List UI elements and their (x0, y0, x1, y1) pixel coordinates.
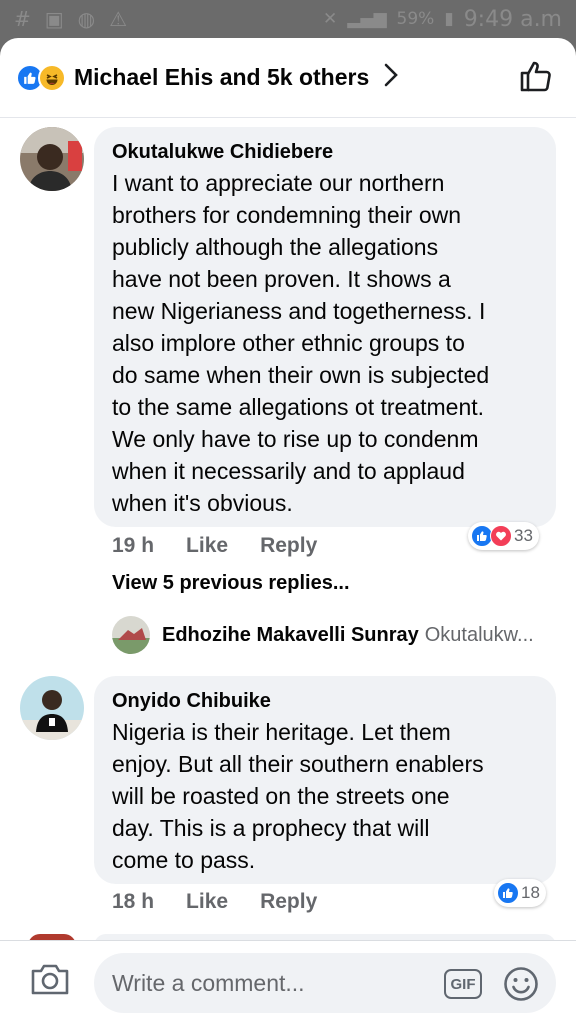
reply-preview[interactable]: Edhozihe Makavelli Sunray Okutalukw... (112, 616, 562, 654)
chevron-right-icon[interactable] (383, 62, 399, 93)
comment-line: new Nigerianess and togetherness. I (112, 298, 486, 324)
comment-line: publicly although the allegations (112, 234, 439, 260)
comment-text: Nigeria is their heritage. Let them enjo… (112, 716, 538, 876)
comment-text: I want to appreciate our northern brothe… (112, 167, 538, 519)
signal-icon: ▂▄▆ (347, 9, 387, 29)
comment-actions: 18 h Like Reply (112, 890, 317, 914)
battery-percent: 59% (396, 9, 435, 29)
clock: 9:49 a.m (463, 6, 562, 32)
status-bar: # ▣ ◍ ⚠ ✕ ▂▄▆ 59% ▮ 9:49 a.m (0, 0, 576, 38)
emoji-icon[interactable] (503, 966, 539, 1007)
reply-snippet: Okutalukw... (424, 623, 534, 646)
comment-line: brothers for condemning their own (112, 202, 462, 228)
gif-button[interactable]: GIF (444, 969, 482, 999)
love-reaction-icon (490, 525, 512, 547)
status-notifications: # ▣ ◍ ⚠ (14, 7, 127, 31)
comment-input[interactable] (94, 953, 556, 1013)
comment-author[interactable]: Onyido Chibuike (112, 688, 538, 714)
warning-icon: ⚠ (109, 7, 128, 31)
gallery-icon: ▣ (44, 7, 64, 31)
reply-button[interactable]: Reply (260, 890, 317, 914)
reactions-header[interactable]: Michael Ehis and 5k others (0, 38, 576, 118)
haha-reaction-icon (38, 63, 66, 92)
comment-line: when it necessarily and to applaud (112, 458, 465, 484)
comment-timestamp: 18 h (112, 890, 155, 913)
reply-avatar[interactable] (112, 616, 150, 654)
comment-line: enjoy. But all their southern enablers (112, 751, 484, 777)
comment-line: also implore other ethnic groups to (112, 330, 465, 356)
comment-line: come to pass. (112, 847, 256, 873)
comment-line: do same when their own is subjected (112, 362, 490, 388)
reactions-summary[interactable]: Michael Ehis and 5k others (74, 64, 369, 91)
comment-author[interactable]: Okutalukwe Chidiebere (112, 139, 538, 165)
reply-button[interactable]: Reply (260, 534, 317, 558)
comment-line: to the same allegations ot treatment. (112, 394, 485, 420)
comment-line: will be roasted on the streets one (112, 783, 450, 809)
comment-reactions-badge[interactable]: 33 (468, 522, 539, 550)
status-system: ✕ ▂▄▆ 59% ▮ 9:49 a.m (323, 7, 562, 32)
comment-bubble[interactable]: Okutalukwe Chidiebere I want to apprecia… (94, 127, 556, 527)
like-button[interactable]: Like (186, 534, 228, 558)
comment-line: We only have to rise up to condenm (112, 426, 479, 452)
comment-bubble[interactable]: Onyido Chibuike Nigeria is their heritag… (94, 676, 556, 884)
camera-icon[interactable] (30, 961, 70, 1002)
hash-icon: # (14, 7, 31, 31)
reaction-icons (16, 63, 66, 92)
reply-author[interactable]: Edhozihe Makavelli Sunray (162, 624, 419, 647)
comment-line: when it's obvious. (112, 490, 293, 516)
avatar[interactable] (20, 676, 84, 740)
mute-icon: ✕ (323, 9, 338, 29)
comment-timestamp: 19 h (112, 534, 155, 557)
view-previous-replies[interactable]: View 5 previous replies... (112, 572, 350, 595)
reaction-count: 18 (521, 883, 540, 902)
whatsapp-icon: ◍ (77, 7, 96, 31)
comment-line: day. This is a prophecy that will (112, 815, 430, 841)
avatar[interactable] (20, 127, 84, 191)
battery-icon: ▮ (444, 9, 454, 29)
comments-sheet: Michael Ehis and 5k others Okutalukwe Ch… (0, 38, 576, 1024)
comment-composer: GIF (0, 940, 576, 1024)
comment-reactions-badge[interactable]: 18 (494, 879, 546, 907)
like-button[interactable]: Like (186, 890, 228, 914)
comment-line: have not been proven. It shows a (112, 266, 451, 292)
comment-line: I want to appreciate our northern (112, 170, 445, 196)
like-reaction-icon (497, 882, 519, 904)
comment-actions: 19 h Like Reply (112, 534, 317, 558)
like-post-icon[interactable] (518, 58, 554, 99)
reaction-count: 33 (514, 526, 533, 545)
comment-line: Nigeria is their heritage. Let them (112, 719, 451, 745)
